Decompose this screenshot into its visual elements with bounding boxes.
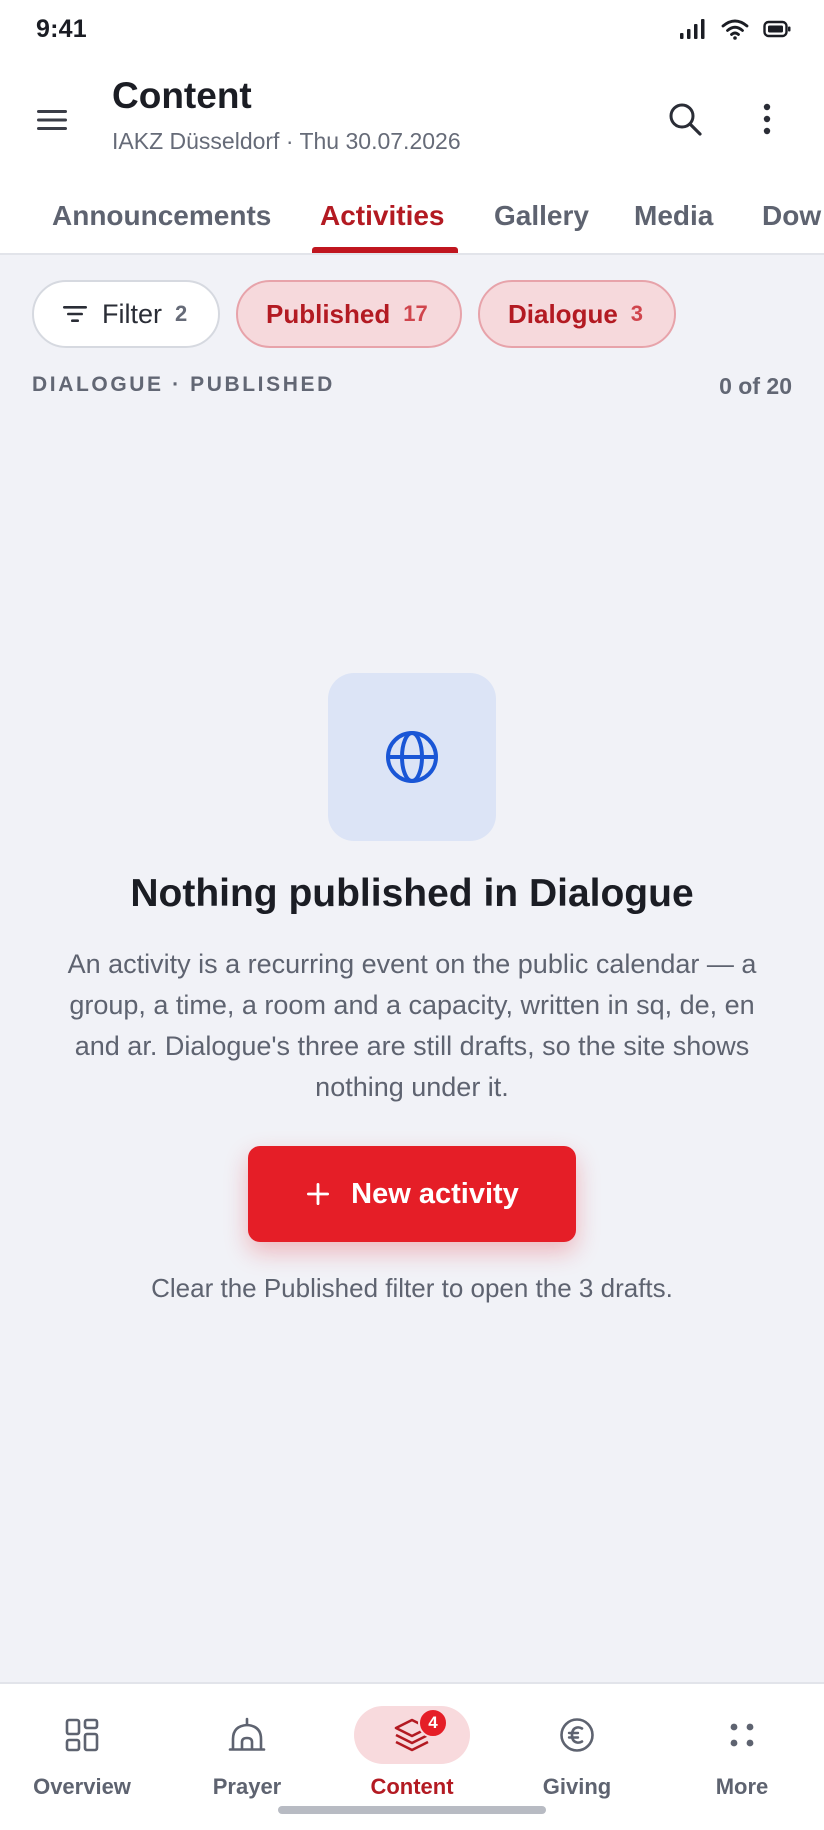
dialogue-chip-label: Dialogue — [508, 298, 618, 329]
nav-content-label: Content — [370, 1774, 454, 1799]
status-icons — [679, 18, 791, 40]
search-button[interactable] — [660, 94, 710, 144]
menu-button[interactable] — [30, 98, 74, 142]
empty-state-hint: Clear the Published filter to open the 3… — [151, 1273, 673, 1303]
nav-giving-label: Giving — [542, 1774, 612, 1799]
status-time: 9:41 — [36, 15, 87, 43]
nav-overview[interactable]: Overview — [2, 1684, 162, 1830]
new-activity-button[interactable]: New activity — [248, 1146, 576, 1242]
overflow-menu-button[interactable] — [745, 94, 789, 144]
euro-icon — [560, 1718, 594, 1752]
page-title: Content — [112, 75, 252, 116]
signal-icon — [680, 19, 705, 39]
content-tabs: Announcements Activities Gallery Media D… — [0, 190, 824, 255]
search-icon — [669, 103, 702, 136]
nav-overview-label: Overview — [33, 1774, 131, 1799]
tab-gallery[interactable]: Gallery — [494, 190, 589, 253]
content-badge: 4 — [418, 1708, 448, 1738]
published-chip-label: Published — [266, 298, 391, 329]
active-tab-indicator — [312, 247, 458, 253]
app-bar: Content IAKZ Düsseldorf · Thu 30.07.2026… — [0, 60, 824, 255]
battery-icon — [763, 20, 791, 38]
home-indicator — [278, 1806, 546, 1814]
empty-state-icon-box — [328, 673, 496, 841]
dashboard-icon — [65, 1718, 99, 1752]
dialogue-chip-count: 3 — [630, 301, 644, 326]
dialogue-chip[interactable]: Dialogue 3 — [478, 280, 676, 348]
wifi-icon — [721, 19, 749, 40]
tab-media[interactable]: Media — [634, 190, 713, 253]
nav-more-label: More — [715, 1774, 769, 1799]
hamburger-menu-icon — [37, 110, 67, 130]
mosque-icon — [228, 1717, 266, 1751]
filter-lines-icon — [63, 306, 87, 322]
plus-icon — [307, 1183, 330, 1205]
tab-announcements[interactable]: Announcements — [52, 190, 271, 253]
result-count: 0 of 20 — [719, 373, 792, 399]
published-chip[interactable]: Published 17 — [236, 280, 462, 348]
section-label: DIALOGUE · PUBLISHED — [32, 373, 335, 396]
empty-state-description: An activity is a recurring event on the … — [67, 949, 757, 1102]
new-activity-label: New activity — [351, 1177, 519, 1210]
tab-downloads[interactable]: Dow — [762, 190, 821, 253]
published-chip-count: 17 — [403, 301, 428, 326]
dots-grid-icon — [730, 1723, 754, 1747]
nav-prayer-label: Prayer — [212, 1774, 282, 1799]
page-subtitle: IAKZ Düsseldorf · Thu 30.07.2026 — [112, 128, 461, 154]
tab-activities[interactable]: Activities — [320, 190, 445, 253]
filter-button[interactable]: Filter 2 — [32, 280, 220, 348]
more-vertical-icon — [763, 103, 771, 135]
filter-count: 2 — [175, 301, 188, 326]
status-bar: 9:41 — [0, 0, 824, 60]
nav-more[interactable]: More — [662, 1684, 822, 1830]
globe-icon — [386, 731, 438, 783]
empty-state-title: Nothing published in Dialogue — [130, 872, 694, 915]
filter-label: Filter — [102, 298, 162, 329]
